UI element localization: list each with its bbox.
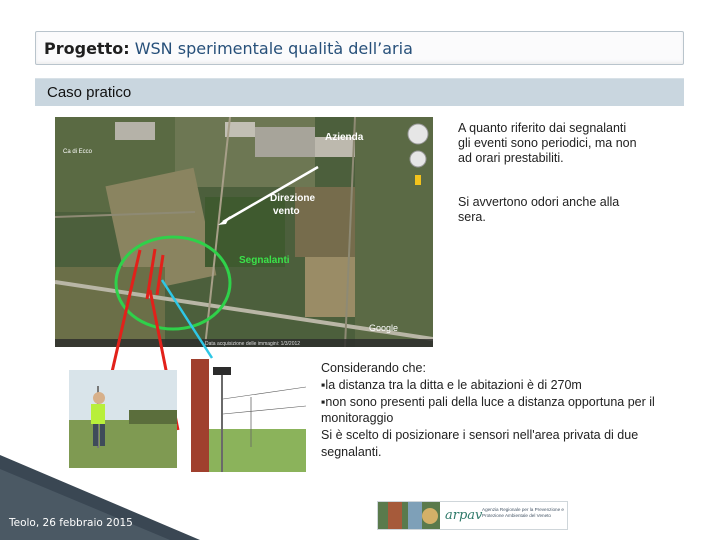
considerations-intro: Considerando che: [321, 361, 426, 375]
logo-name: arpav [445, 508, 483, 523]
cyan-arrow [160, 279, 214, 359]
photo-sensor-installation [69, 370, 177, 468]
considerations-conclusion: Si è scelto di posizionare i sensori nel… [321, 428, 639, 459]
logo-photo-strip [378, 502, 440, 529]
considerations-block: Considerando che: ▪la distanza tra la di… [321, 360, 701, 461]
consideration-item: ▪non sono presenti pali della luce a dis… [321, 394, 655, 426]
photo-sensor-pole [191, 359, 306, 472]
paragraph-evening: Si avvertono odori anche alla sera. [458, 195, 620, 224]
arpav-logo: arpav Agenzia Regionale per la Prevenzio… [377, 501, 568, 530]
paragraph-frequency: A quanto riferito dai segnalanti gli eve… [458, 121, 637, 165]
red-arrow-1 [110, 249, 142, 373]
consideration-item: ▪la distanza tra la ditta e le abitazion… [321, 377, 582, 392]
logo-caption: Agenzia Regionale per la Prevenzione e P… [482, 507, 564, 518]
footer-date: Teolo, 26 febbraio 2015 [9, 517, 133, 529]
